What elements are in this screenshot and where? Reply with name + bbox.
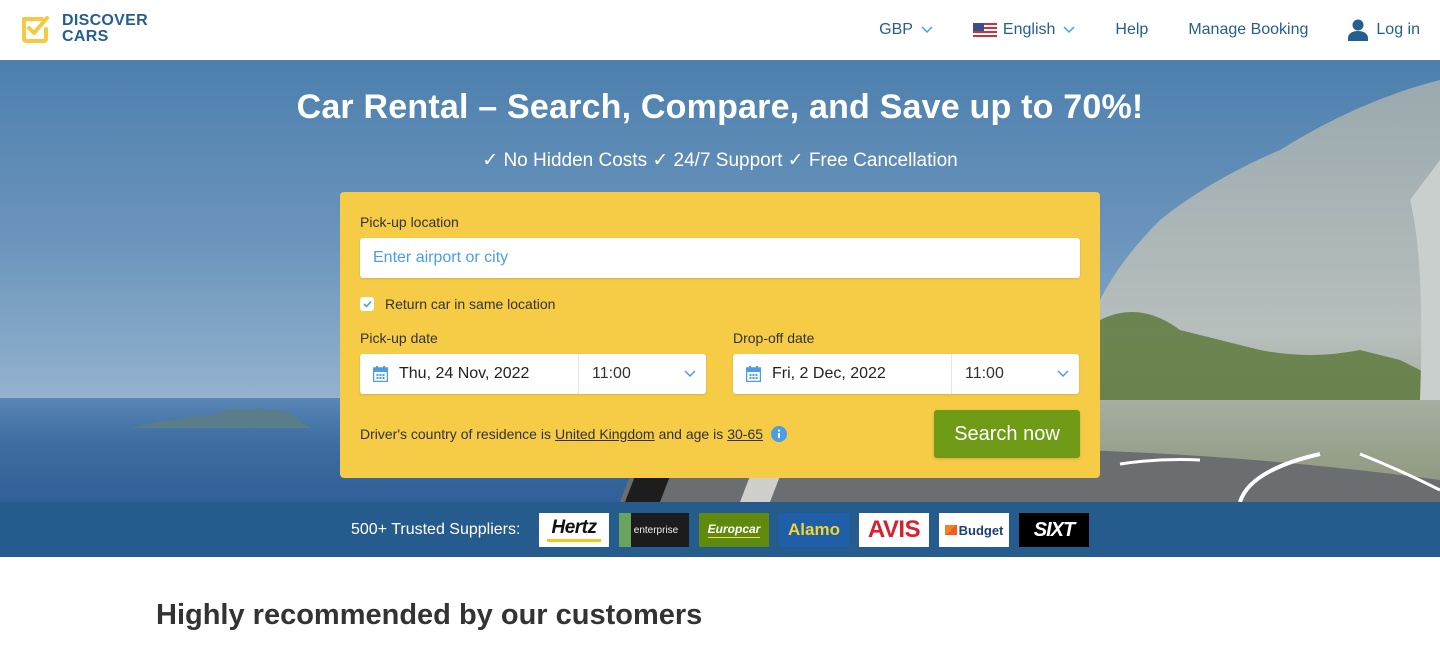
logo-line-1: DISCOVER (62, 12, 148, 29)
logo-check-icon (22, 16, 49, 43)
pickup-date-label: Pick-up date (360, 330, 438, 346)
chevron-down-icon (921, 26, 933, 34)
hertz-logo: Hertz (539, 513, 609, 547)
chevron-down-icon (684, 370, 696, 378)
checkmark-icon (362, 300, 372, 308)
pickup-datetime-field: Thu, 24 Nov, 2022 11:00 (360, 354, 706, 394)
search-now-button[interactable]: Search now (934, 410, 1080, 458)
hero-benefits: ✓ No Hidden Costs ✓ 24/7 Support ✓ Free … (482, 150, 958, 171)
avis-logo: AVIS (859, 513, 929, 547)
alamo-logo: Alamo (779, 513, 849, 547)
site-header: DISCOVER CARS GBP English Help Manage Bo… (0, 0, 1440, 60)
pickup-date-value: Thu, 24 Nov, 2022 (399, 365, 530, 382)
suppliers-label: 500+ Trusted Suppliers: (351, 521, 521, 538)
user-icon (1348, 19, 1369, 41)
enterprise-logo-text: enterprise (633, 524, 679, 536)
budget-logo-text: Budget (958, 522, 1004, 538)
top-nav: GBP English Help Manage Booking Log in (879, 0, 1420, 60)
dropoff-datetime-field: Fri, 2 Dec, 2022 11:00 (733, 354, 1079, 394)
currency-selector[interactable]: GBP (879, 21, 933, 39)
recommended-section-title: Highly recommended by our customers (156, 599, 703, 631)
dropoff-time-select[interactable]: 11:00 (952, 354, 1079, 394)
discover-cars-logo[interactable]: DISCOVER CARS (20, 13, 148, 45)
return-same-location-label: Return car in same location (385, 296, 556, 312)
pickup-time-select[interactable]: 11:00 (579, 354, 706, 394)
enterprise-logo: enterprise (619, 513, 689, 547)
logo-text: DISCOVER CARS (62, 13, 148, 45)
login-link[interactable]: Log in (1348, 19, 1420, 41)
trusted-suppliers-bar: 500+ Trusted Suppliers: Hertz enterprise… (0, 502, 1440, 557)
us-flag-icon (972, 23, 997, 37)
chevron-down-icon (1063, 26, 1075, 34)
hero-island-graphic (132, 408, 312, 428)
budget-mark-icon (944, 525, 957, 535)
manage-booking-link[interactable]: Manage Booking (1188, 21, 1308, 39)
europcar-logo-text: Europcar (707, 522, 761, 538)
car-search-form: Pick-up location Return car in same loca… (340, 192, 1100, 478)
driver-country-link[interactable]: United Kingdom (555, 426, 655, 442)
pickup-time-value: 11:00 (592, 365, 631, 382)
driver-age-link[interactable]: 30-65 (727, 426, 763, 442)
chevron-down-icon (1057, 370, 1069, 378)
dropoff-time-value: 11:00 (965, 365, 1004, 382)
help-link[interactable]: Help (1115, 21, 1148, 39)
pickup-date-picker[interactable]: Thu, 24 Nov, 2022 (360, 354, 579, 394)
sixt-logo: SIXT (1019, 513, 1089, 547)
dropoff-date-picker[interactable]: Fri, 2 Dec, 2022 (733, 354, 952, 394)
driver-country-text: Driver's country of residence is (360, 426, 551, 442)
currency-label: GBP (879, 21, 913, 38)
avis-logo-text: AVIS (867, 516, 921, 543)
calendar-icon (373, 366, 388, 382)
language-selector[interactable]: English (972, 21, 1075, 39)
language-label: English (1002, 21, 1056, 38)
info-icon[interactable] (771, 426, 788, 442)
driver-age-text: and age is (658, 426, 724, 442)
dropoff-date-value: Fri, 2 Dec, 2022 (772, 365, 886, 382)
pickup-location-label: Pick-up location (360, 214, 459, 230)
calendar-icon (746, 366, 761, 382)
pickup-location-input[interactable] (360, 238, 1080, 278)
checkbox-checked[interactable] (360, 297, 374, 311)
driver-details: Driver's country of residence is United … (360, 426, 788, 442)
europcar-logo: Europcar (699, 513, 769, 547)
return-same-location-checkbox[interactable]: Return car in same location (360, 296, 555, 312)
hero-title: Car Rental – Search, Compare, and Save u… (296, 88, 1144, 126)
login-label: Log in (1376, 21, 1420, 38)
alamo-logo-text: Alamo (788, 520, 840, 539)
sixt-logo-text: SIXT (1033, 518, 1075, 541)
hertz-logo-text: Hertz (551, 517, 597, 538)
logo-line-2: CARS (62, 28, 109, 45)
dropoff-date-label: Drop-off date (733, 330, 815, 346)
budget-logo: Budget (939, 513, 1009, 547)
